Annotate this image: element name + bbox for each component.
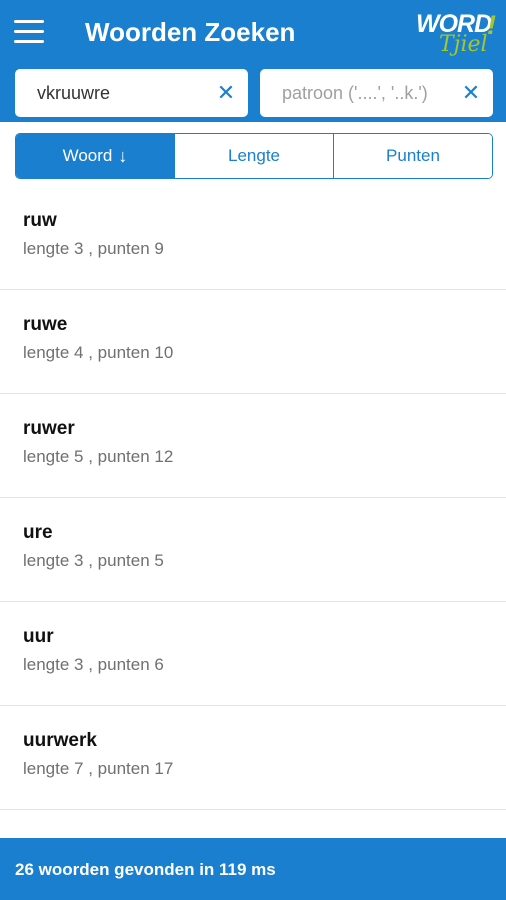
sort-points-label: Punten (386, 146, 440, 165)
sort-by-points-button[interactable]: Punten (334, 134, 492, 178)
pattern-field: ✕ (260, 69, 493, 117)
sort-toggle-group: Woord ↓ Lengte Punten (15, 133, 493, 179)
clear-letters-icon[interactable]: ✕ (214, 81, 238, 105)
result-word: ruwer (23, 418, 75, 439)
sort-word-label: Woord (62, 146, 113, 165)
results-list[interactable]: ruw lengte 3 , punten 9 ruwe lengte 4 , … (0, 186, 506, 838)
app-header: Woorden Zoeken WORD ! Tjiel ✕ ✕ (0, 0, 506, 122)
list-item[interactable]: ure lengte 3 , punten 5 (0, 498, 506, 602)
list-item[interactable]: uur lengte 3 , punten 6 (0, 602, 506, 706)
logo-sub: Tjiel (439, 32, 488, 57)
result-word: ure (23, 522, 53, 543)
app-logo: WORD ! Tjiel (413, 8, 499, 58)
sort-by-length-button[interactable]: Lengte (175, 134, 334, 178)
result-word: uur (23, 626, 54, 647)
clear-pattern-icon[interactable]: ✕ (459, 81, 483, 105)
result-count-status: 26 woorden gevonden in 119 ms (15, 860, 276, 879)
result-info: lengte 5 , punten 12 (23, 447, 174, 466)
result-info: lengte 4 , punten 10 (23, 343, 174, 362)
menu-icon[interactable] (14, 20, 44, 44)
result-info: lengte 3 , punten 6 (23, 655, 164, 674)
sort-length-label: Lengte (228, 146, 280, 165)
sort-by-word-button[interactable]: Woord ↓ (16, 134, 175, 178)
result-word: uurwerk (23, 730, 97, 751)
result-info: lengte 3 , punten 9 (23, 239, 164, 258)
list-item[interactable]: ruwer lengte 5 , punten 12 (0, 394, 506, 498)
list-item[interactable]: uurwerk lengte 7 , punten 17 (0, 706, 506, 810)
result-info: lengte 3 , punten 5 (23, 551, 164, 570)
letters-field: ✕ (15, 69, 248, 117)
status-bar: 26 woorden gevonden in 119 ms (0, 838, 506, 900)
result-word: ruw (23, 210, 57, 231)
list-item[interactable]: ruw lengte 3 , punten 9 (0, 186, 506, 290)
arrow-down-icon: ↓ (118, 145, 128, 166)
result-word: ruwe (23, 314, 68, 335)
logo-bang: ! (487, 10, 496, 40)
page-title: Woorden Zoeken (85, 17, 296, 47)
result-info: lengte 7 , punten 17 (23, 759, 174, 778)
list-item[interactable]: ruwe lengte 4 , punten 10 (0, 290, 506, 394)
